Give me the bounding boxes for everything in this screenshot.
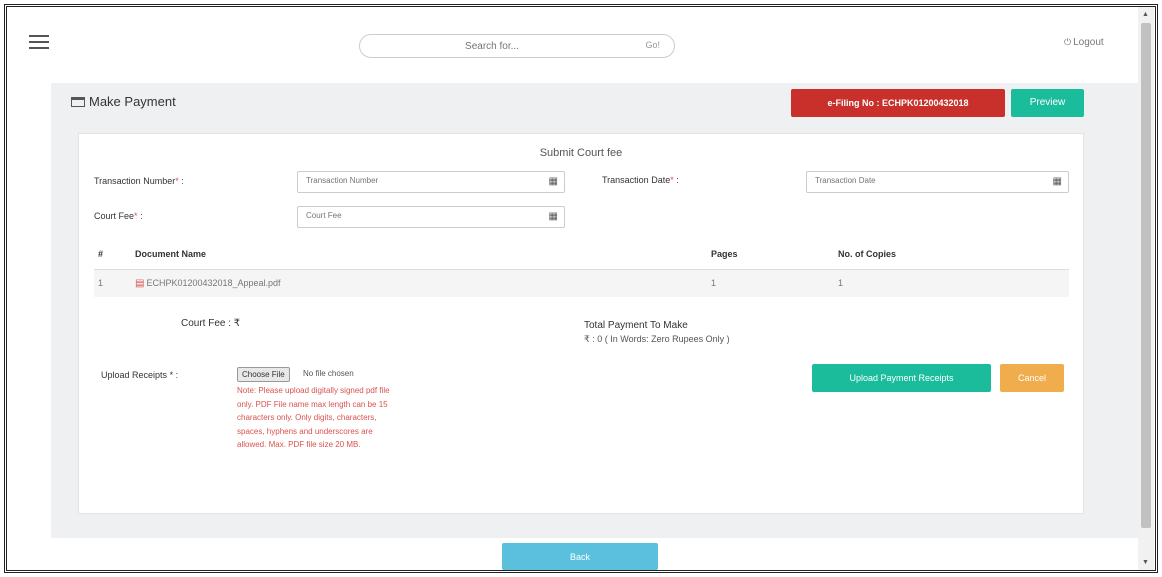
- total-payment-label: Total Payment To Make: [584, 320, 688, 331]
- table-header-row: # Document Name Pages No. of Copies: [94, 239, 1069, 270]
- transaction-date-field: ▦: [806, 171, 1069, 193]
- search-input[interactable]: [372, 38, 612, 54]
- efiling-number-badge: e-Filing No : ECHPK01200432018: [791, 89, 1005, 117]
- document-link[interactable]: ECHPK01200432018_Appeal.pdf: [146, 278, 280, 288]
- search-box: Go!: [359, 34, 675, 58]
- column-header: Pages: [707, 239, 834, 270]
- cancel-button[interactable]: Cancel: [1000, 364, 1064, 392]
- logout-link[interactable]: ⏻ Logout: [1064, 37, 1104, 48]
- table-row: 1 ▤ ECHPK01200432018_Appeal.pdf 1 1: [94, 269, 1069, 297]
- browser-frame: Go! ⏻Logout Make Payment e-Filing No : E…: [4, 4, 1158, 573]
- court-fee-summary: Court Fee : ₹: [181, 318, 241, 329]
- transaction-date-input[interactable]: [815, 176, 1024, 185]
- vertical-scrollbar[interactable]: ▲ ▼: [1138, 7, 1154, 570]
- court-fee-field: ▦: [297, 206, 565, 228]
- row-index: 1: [94, 269, 131, 297]
- no-file-text: No file chosen: [303, 369, 354, 378]
- upload-note: Note: Please upload digitally signed pdf…: [237, 386, 390, 450]
- transaction-number-label: Transaction Number* :: [94, 176, 184, 186]
- page-title-text: Make Payment: [89, 94, 176, 109]
- column-header: No. of Copies: [834, 239, 1069, 270]
- main-content: Make Payment e-Filing No : ECHPK01200432…: [51, 83, 1138, 538]
- documents-table: # Document Name Pages No. of Copies 1 ▤ E…: [94, 239, 1069, 297]
- court-fee-label: Court Fee* :: [94, 211, 143, 221]
- hamburger-icon[interactable]: [29, 35, 49, 51]
- transaction-number-input[interactable]: [306, 176, 519, 185]
- payment-card: Submit Court fee Transaction Number* : ▦…: [78, 133, 1084, 514]
- scroll-thumb[interactable]: [1141, 23, 1151, 528]
- court-fee-input[interactable]: [306, 211, 519, 220]
- power-icon: ⏻: [1064, 37, 1072, 47]
- column-header: Document Name: [131, 239, 707, 270]
- document-name-cell: ▤ ECHPK01200432018_Appeal.pdf: [131, 269, 707, 297]
- upload-receipts-label: Upload Receipts * :: [101, 370, 179, 380]
- choose-file-button[interactable]: Choose File: [237, 367, 290, 382]
- scroll-down-icon[interactable]: ▼: [1142, 559, 1149, 566]
- column-header: #: [94, 239, 131, 270]
- logout-label: Logout: [1073, 37, 1104, 48]
- top-navbar: Go! ⏻Logout: [7, 7, 1138, 83]
- upload-payment-receipts-button[interactable]: Upload Payment Receipts: [812, 364, 991, 392]
- pdf-file-icon: ▤: [135, 277, 145, 289]
- scroll-up-icon[interactable]: ▲: [1142, 11, 1149, 18]
- copies-cell: 1: [834, 269, 1069, 297]
- page-title: Make Payment: [71, 94, 176, 109]
- transaction-number-field: ▦: [297, 171, 565, 193]
- total-payment-value: ₹ : 0 ( In Words: Zero Rupees Only ): [584, 334, 730, 344]
- preview-button[interactable]: Preview: [1011, 89, 1084, 117]
- calendar-icon[interactable]: ▦: [549, 176, 558, 187]
- calendar-icon[interactable]: ▦: [549, 211, 558, 222]
- calendar-icon[interactable]: ▦: [1053, 176, 1062, 187]
- back-button[interactable]: Back: [502, 543, 658, 570]
- section-title: Submit Court fee: [539, 147, 623, 159]
- credit-card-icon: [71, 97, 85, 107]
- search-button[interactable]: Go!: [645, 40, 660, 50]
- pages-cell: 1: [707, 269, 834, 297]
- transaction-date-label: Transaction Date* :: [602, 175, 679, 185]
